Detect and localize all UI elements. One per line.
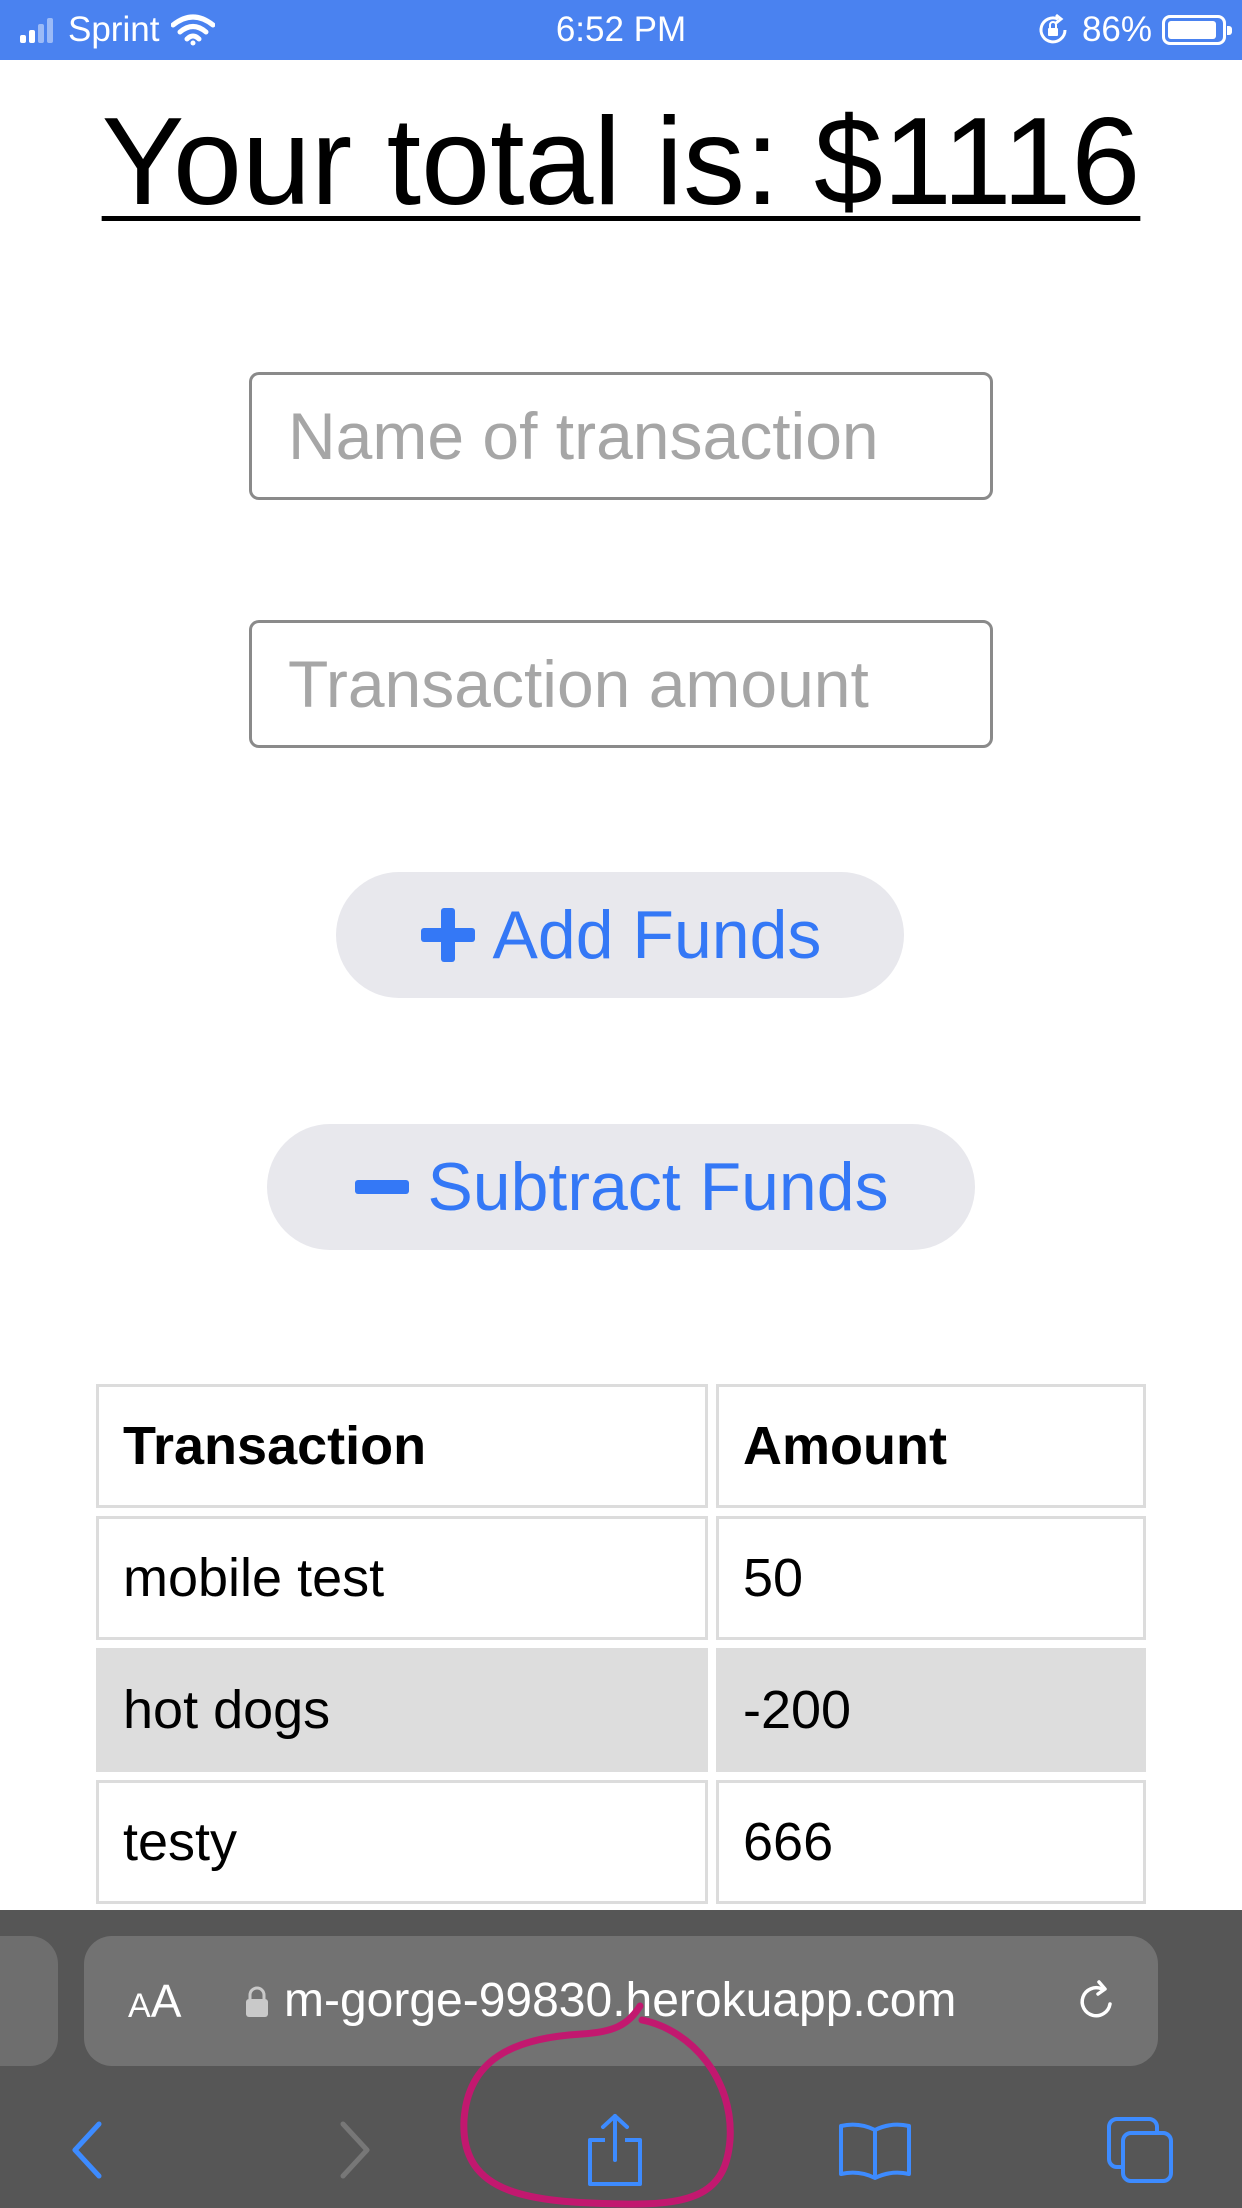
rotation-lock-icon [1039,13,1067,44]
back-icon [72,2121,102,2179]
battery-icon [1162,15,1232,45]
url-text: m-gorge-99830.herokuapp.com [284,1974,957,2027]
screen: Sprint 6:52 PM 86% Your total is: $1116 … [0,0,1242,2208]
column-header-transaction: Transaction [96,1384,708,1508]
status-bar-right: 86% [1036,10,1232,50]
back-button[interactable] [42,2110,132,2190]
share-icon [588,2114,642,2186]
plus-icon [419,906,477,964]
battery-percent: 86% [1081,10,1152,49]
add-funds-label: Add Funds [492,897,822,973]
address-bar[interactable]: AA m-gorge-99830.herokuapp.com [84,1936,1158,2066]
lock-icon [246,1986,268,2017]
transaction-name-cell: mobile test [96,1516,708,1640]
table-row: mobile test 50 [96,1516,1146,1640]
page-title: Your total is: $1116 [101,93,1141,231]
subtract-funds-label: Subtract Funds [427,1149,889,1225]
tabs-icon [1107,2117,1173,2183]
transaction-name-input[interactable] [249,372,993,500]
transaction-amount-cell: 50 [716,1516,1146,1640]
column-header-amount: Amount [716,1384,1146,1508]
transaction-name-cell: testy [96,1780,708,1904]
table-header-row: Transaction Amount [96,1384,1146,1508]
bookmarks-icon [839,2122,911,2180]
minus-icon [353,1158,411,1216]
add-funds-button[interactable]: Add Funds [336,872,904,998]
status-bar: Sprint 6:52 PM 86% [0,0,1242,60]
table-row: testy 666 [96,1780,1146,1904]
previous-tab-peek[interactable] [0,1936,58,2066]
forward-icon [340,2121,370,2179]
table-row: hot dogs -200 [96,1648,1146,1772]
browser-toolbar: AA m-gorge-99830.herokuapp.com [0,1910,1242,2208]
reload-icon[interactable] [1072,1978,1120,2026]
transaction-amount-cell: -200 [716,1648,1146,1772]
subtract-funds-button[interactable]: Subtract Funds [267,1124,975,1250]
transaction-amount-cell: 666 [716,1780,1146,1904]
share-button[interactable] [570,2110,660,2190]
transaction-amount-input[interactable] [249,620,993,748]
forward-button[interactable] [310,2110,400,2190]
transaction-name-cell: hot dogs [96,1648,708,1772]
bookmarks-button[interactable] [830,2110,920,2190]
reader-text-size-button[interactable]: AA [128,1936,181,2066]
tabs-button[interactable] [1095,2110,1185,2190]
